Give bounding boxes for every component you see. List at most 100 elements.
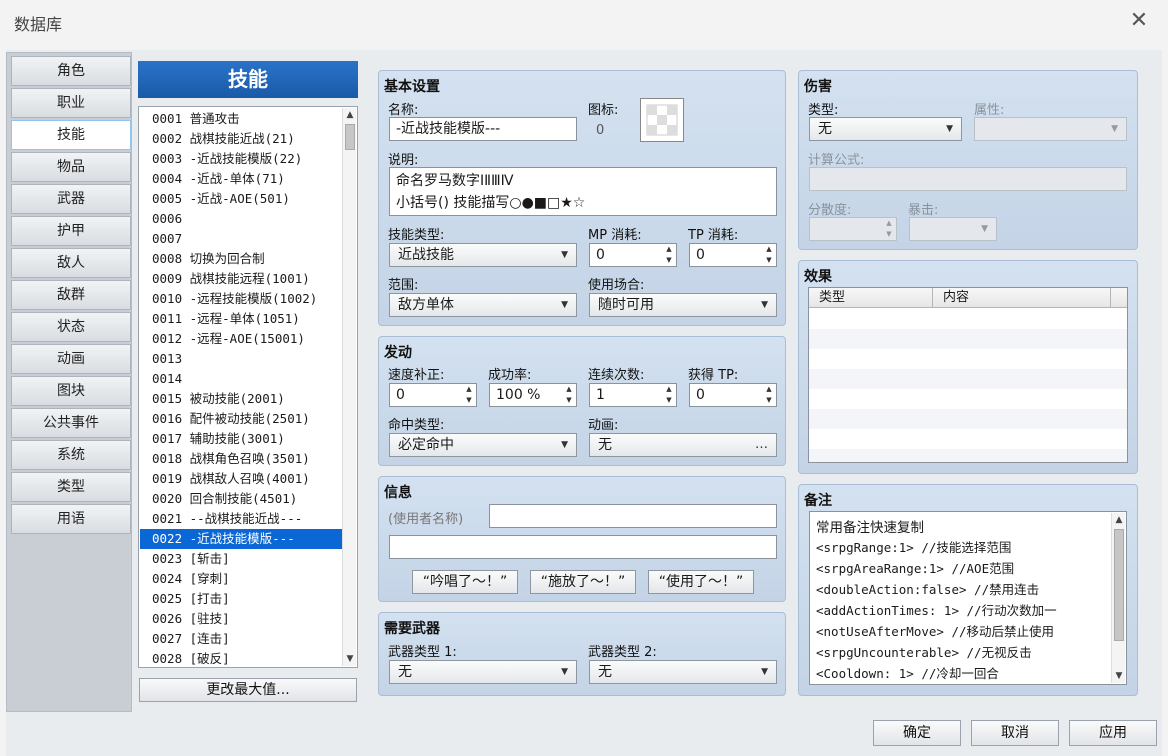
effects-table[interactable]: 类型 内容 (808, 287, 1128, 463)
list-item[interactable]: 0010 -远程技能模版(1002) (140, 289, 342, 309)
list-item[interactable]: 0001 普通攻击 (140, 109, 342, 129)
effects-rows[interactable] (809, 309, 1127, 462)
list-item[interactable]: 0005 -近战-AOE(501) (140, 189, 342, 209)
scroll-up-icon[interactable]: ▲ (1112, 513, 1126, 527)
spin-down-icon[interactable]: ▼ (764, 255, 774, 266)
weapon-type-1-select[interactable]: 无 ▼ (389, 660, 577, 684)
list-item[interactable]: 0017 辅助技能(3001) (140, 429, 342, 449)
animation-select[interactable]: 无… (589, 433, 777, 457)
tp-cost-stepper[interactable]: 0 ▲ ▼ (689, 243, 777, 267)
effects-col-content[interactable]: 内容 (933, 288, 1111, 308)
list-item[interactable]: 0025 [打击] (140, 589, 342, 609)
effects-col-type[interactable]: 类型 (809, 288, 933, 308)
list-item[interactable]: 0003 -近战技能模版(22) (140, 149, 342, 169)
spin-down-icon[interactable]: ▼ (664, 395, 674, 406)
cancel-button[interactable]: 取消 (971, 720, 1059, 746)
spin-down-icon[interactable]: ▼ (664, 255, 674, 266)
spin-up-icon[interactable]: ▲ (664, 384, 674, 395)
category-tab[interactable]: 敌人 (11, 248, 131, 278)
list-item[interactable]: 0013 (140, 349, 342, 369)
apply-button[interactable]: 应用 (1069, 720, 1157, 746)
scroll-down-icon[interactable]: ▼ (1112, 669, 1126, 683)
category-tab[interactable]: 物品 (11, 152, 131, 182)
category-tab[interactable]: 角色 (11, 56, 131, 86)
icon-picker[interactable] (640, 98, 684, 142)
list-item[interactable]: 0022 -近战技能模版--- (140, 529, 342, 549)
list-item[interactable]: 0008 切换为回合制 (140, 249, 342, 269)
list-item[interactable]: 0021 --战棋技能近战--- (140, 509, 342, 529)
category-tab[interactable]: 公共事件 (11, 408, 131, 438)
ok-button[interactable]: 确定 (873, 720, 961, 746)
list-item[interactable]: 0027 [连击] (140, 629, 342, 649)
list-item[interactable]: 0007 (140, 229, 342, 249)
repeats-stepper[interactable]: 1 ▲ ▼ (589, 383, 677, 407)
spin-up-icon[interactable]: ▲ (764, 384, 774, 395)
list-item[interactable]: 0004 -近战-单体(71) (140, 169, 342, 189)
ellipsis-icon[interactable]: … (755, 434, 768, 456)
scroll-up-icon[interactable]: ▲ (343, 108, 357, 122)
notes-textarea[interactable]: 常用备注快速复制 <srpgRange:1> //技能选择范围 <srpgAreaR… (809, 511, 1127, 685)
list-scrollbar[interactable]: ▲ ▼ (342, 108, 356, 666)
list-item[interactable]: 0026 [驻技] (140, 609, 342, 629)
skill-list[interactable]: 0001 普通攻击 0002 战棋技能近战(21) 0003 -近战技能模版(22)… (138, 106, 358, 668)
list-item[interactable]: 0024 [穿刺] (140, 569, 342, 589)
note-line: 常用备注快速复制 (816, 520, 924, 536)
scope-select[interactable]: 敌方单体 ▼ (389, 293, 577, 317)
list-item[interactable]: 0014 (140, 369, 342, 389)
list-item[interactable]: 0016 配件被动技能(2501) (140, 409, 342, 429)
category-tab[interactable]: 图块 (11, 376, 131, 406)
spin-up-icon[interactable]: ▲ (564, 384, 574, 395)
scroll-down-icon[interactable]: ▼ (343, 652, 357, 666)
release-message-button[interactable]: “施放了～！” (530, 570, 636, 594)
category-tab[interactable]: 技能 (11, 120, 131, 150)
name-input[interactable]: -近战技能模版--- (389, 117, 577, 141)
category-tab[interactable]: 护甲 (11, 216, 131, 246)
category-tab[interactable]: 系统 (11, 440, 131, 470)
list-item[interactable]: 0018 战棋角色召唤(3501) (140, 449, 342, 469)
list-item[interactable]: 0012 -远程-AOE(15001) (140, 329, 342, 349)
list-item[interactable]: 0009 战棋技能远程(1001) (140, 269, 342, 289)
weapon-type-2-select[interactable]: 无 ▼ (589, 660, 777, 684)
list-item[interactable]: 0023 [斩击] (140, 549, 342, 569)
occasion-select[interactable]: 随时可用 ▼ (589, 293, 777, 317)
hit-type-select[interactable]: 必定命中 ▼ (389, 433, 577, 457)
mp-cost-stepper[interactable]: 0 ▲ ▼ (589, 243, 677, 267)
success-stepper[interactable]: 100 % ▲ ▼ (489, 383, 577, 407)
list-item[interactable]: 0019 战棋敌人召唤(4001) (140, 469, 342, 489)
damage-type-select[interactable]: 无 ▼ (809, 117, 962, 141)
message-line-2-input[interactable] (389, 535, 777, 559)
category-tab[interactable]: 职业 (11, 88, 131, 118)
category-tab[interactable]: 敌群 (11, 280, 131, 310)
spin-down-icon[interactable]: ▼ (464, 395, 474, 406)
list-item[interactable]: 0006 (140, 209, 342, 229)
spin-up-icon[interactable]: ▲ (464, 384, 474, 395)
spin-up-icon[interactable]: ▲ (764, 244, 774, 255)
description-input[interactable]: 命名罗马数字ⅠⅡⅢⅣ 小括号() 技能描写○●■□★☆ (389, 167, 777, 216)
skill-type-select[interactable]: 近战技能 ▼ (389, 243, 577, 267)
list-item[interactable]: 0002 战棋技能近战(21) (140, 129, 342, 149)
use-message-button[interactable]: “使用了～！” (648, 570, 754, 594)
spin-down-icon[interactable]: ▼ (764, 395, 774, 406)
category-tab[interactable]: 类型 (11, 472, 131, 502)
damage-title: 伤害 (804, 79, 832, 95)
spin-down-icon[interactable]: ▼ (564, 395, 574, 406)
category-tab[interactable]: 动画 (11, 344, 131, 374)
spin-up-icon[interactable]: ▲ (664, 244, 674, 255)
tp-gain-stepper[interactable]: 0 ▲ ▼ (689, 383, 777, 407)
list-item[interactable]: 0028 [破反] (140, 649, 342, 667)
list-item[interactable]: 0020 回合制技能(4501) (140, 489, 342, 509)
notes-scrollbar[interactable]: ▲ ▼ (1111, 513, 1125, 683)
message-line-1-input[interactable] (489, 504, 777, 528)
category-tab[interactable]: 武器 (11, 184, 131, 214)
list-item[interactable]: 0011 -远程-单体(1051) (140, 309, 342, 329)
scroll-thumb[interactable] (1114, 529, 1124, 641)
close-icon[interactable]: ✕ (1126, 8, 1152, 34)
category-tab[interactable]: 用语 (11, 504, 131, 534)
cast-message-button[interactable]: “吟唱了～！” (412, 570, 518, 594)
tp-cost-label: TP 消耗: (688, 228, 739, 243)
change-max-button[interactable]: 更改最大值... (139, 678, 357, 702)
list-item[interactable]: 0015 被动技能(2001) (140, 389, 342, 409)
speed-stepper[interactable]: 0 ▲ ▼ (389, 383, 477, 407)
category-tab[interactable]: 状态 (11, 312, 131, 342)
scroll-thumb[interactable] (345, 124, 355, 150)
